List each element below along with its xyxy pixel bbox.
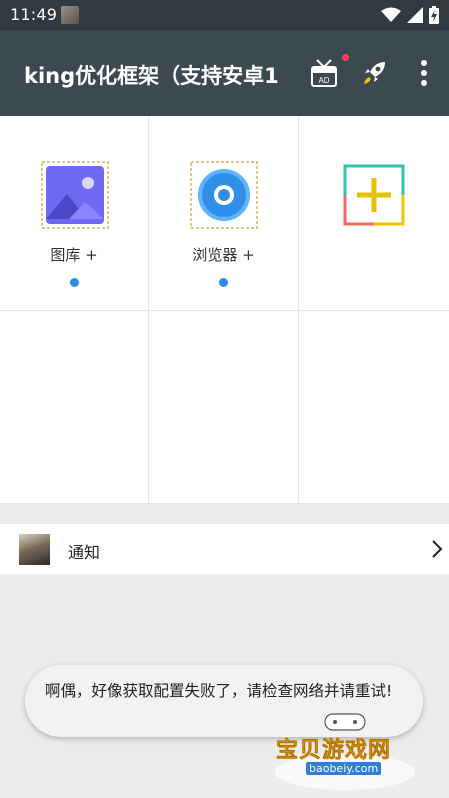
- grid-item-label: 图库 +: [50, 246, 98, 264]
- battery-charging-icon: [429, 6, 439, 24]
- notice-avatar: [19, 534, 50, 565]
- svg-text:AD: AD: [318, 76, 329, 85]
- status-bar: 11:49: [0, 0, 449, 30]
- notice-row[interactable]: 通知: [0, 524, 449, 574]
- grid-empty-cell: [149, 311, 299, 504]
- notification-avatar-icon: [61, 6, 79, 24]
- rocket-icon[interactable]: [361, 58, 389, 86]
- app-grid: 图库 + 浏览器 +: [0, 116, 449, 504]
- grid-item-add[interactable]: [299, 116, 449, 311]
- watermark-name: 宝贝游戏网: [276, 738, 392, 764]
- grid-empty-cell: [299, 311, 449, 504]
- watermark-logo: 宝贝游戏网 baobeiy.com: [270, 712, 420, 792]
- app-title: king优化框架（支持安卓1: [24, 64, 279, 88]
- grid-item-label: 浏览器 +: [192, 246, 255, 264]
- chevron-right-icon: [432, 540, 443, 558]
- gallery-icon: [41, 161, 109, 229]
- grid-item-browser[interactable]: 浏览器 +: [149, 116, 299, 311]
- add-plus-icon: [343, 164, 405, 226]
- watermark-url: baobeiy.com: [306, 762, 382, 775]
- browser-icon: [190, 161, 258, 229]
- grid-item-gallery[interactable]: 图库 +: [0, 116, 149, 311]
- ad-badge-dot: [342, 54, 349, 61]
- wifi-icon: [381, 7, 401, 22]
- new-dot-indicator: [70, 278, 79, 287]
- ad-icon[interactable]: AD: [309, 58, 339, 88]
- more-vert-icon[interactable]: [414, 58, 434, 88]
- notice-label: 通知: [68, 543, 101, 562]
- new-dot-indicator: [219, 278, 228, 287]
- status-icons: [381, 6, 439, 24]
- signal-icon: [407, 7, 423, 23]
- status-time: 11:49: [10, 5, 58, 24]
- app-bar: king优化框架（支持安卓1 AD: [0, 30, 449, 116]
- grid-empty-cell: [0, 311, 149, 504]
